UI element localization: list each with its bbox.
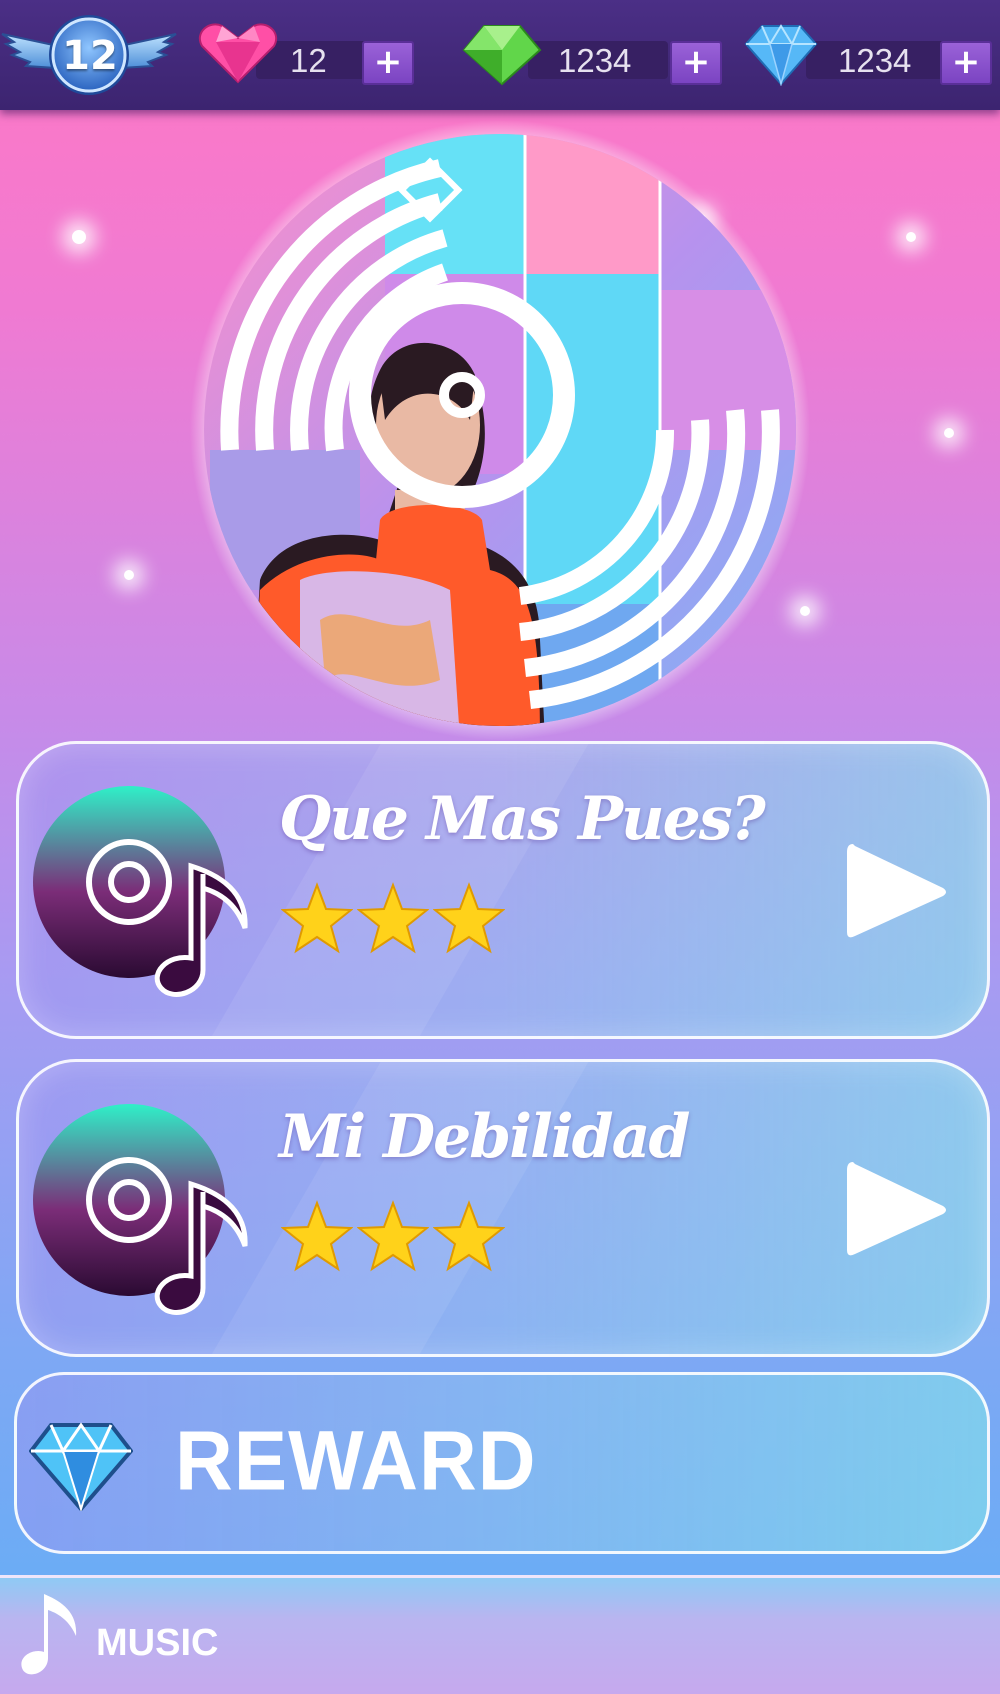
lives-value: 12 (290, 42, 327, 79)
level-number: 12 (62, 33, 118, 79)
reward-label: REWARD (175, 1413, 537, 1508)
add-green-gems-button[interactable]: + (670, 41, 722, 85)
green-gems-value: 1234 (558, 42, 632, 79)
music-tab[interactable]: MUSIC (18, 1592, 218, 1682)
music-note-icon (21, 1594, 77, 1675)
star-icon (281, 1200, 353, 1272)
green-gem-icon (462, 25, 542, 86)
blue-diamond-icon (744, 24, 818, 86)
top-hud-bar: 12 12 + 1234 + 1234 + (0, 0, 1000, 110)
sparkle (124, 570, 134, 580)
music-disc-icon (33, 786, 248, 997)
bottom-nav-bar: MUSIC (0, 1575, 1000, 1694)
star-icon (433, 1200, 505, 1272)
heart-gem-icon (199, 23, 277, 84)
star-icon (357, 882, 429, 954)
blue-gems-value: 1234 (838, 42, 912, 79)
reward-button[interactable]: REWARD (14, 1372, 990, 1554)
music-tab-label: MUSIC (96, 1622, 219, 1664)
green-gems-counter: 1234 + (462, 20, 722, 86)
diamond-icon (29, 1422, 133, 1511)
song-title: Mi Debilidad (279, 1102, 690, 1172)
play-icon[interactable] (839, 1154, 951, 1266)
song-card-mi-debilidad[interactable]: Mi Debilidad (16, 1059, 990, 1357)
star-icon (357, 1200, 429, 1272)
level-badge: 12 (0, 8, 178, 98)
add-blue-gems-button[interactable]: + (940, 41, 992, 85)
blue-gems-counter: 1234 + (744, 20, 1000, 86)
play-icon[interactable] (839, 836, 951, 948)
song-card-que-mas-pues[interactable]: Que Mas Pues? (16, 741, 990, 1039)
album-disc-artwork (190, 120, 810, 740)
star-icon (433, 882, 505, 954)
sparkle (906, 232, 916, 242)
sparkle (72, 230, 86, 244)
add-lives-button[interactable]: + (362, 41, 414, 85)
star-icon (281, 882, 353, 954)
music-disc-icon (33, 1104, 248, 1315)
lives-counter: 12 + (196, 20, 416, 86)
song-title: Que Mas Pues? (279, 784, 766, 854)
sparkle (944, 428, 954, 438)
